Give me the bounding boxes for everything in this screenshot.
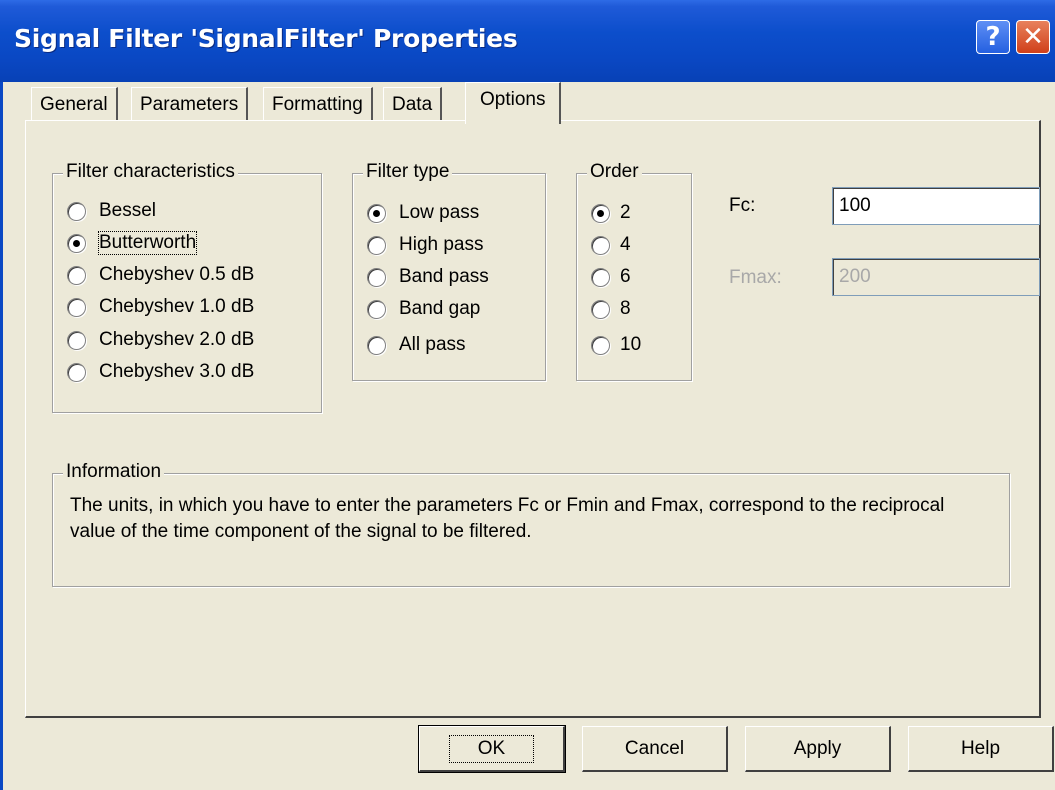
radio-button[interactable] — [367, 335, 386, 355]
radio-label: 8 — [620, 298, 631, 319]
radio-label: 4 — [620, 234, 631, 255]
radio-chebyshev-30[interactable]: Chebyshev 3.0 dB — [67, 361, 254, 383]
tab-data[interactable]: Data — [383, 87, 443, 122]
information-text: The units, in which you have to enter th… — [70, 495, 945, 542]
radio-button[interactable] — [67, 297, 86, 317]
radio-label: All pass — [399, 334, 466, 355]
radio-butterworth[interactable]: Butterworth — [67, 231, 198, 255]
order-group: Order 2 4 6 8 10 — [576, 161, 692, 381]
radio-low-pass[interactable]: Low pass — [367, 202, 479, 224]
radio-button[interactable] — [367, 235, 386, 255]
options-panel: Filter characteristics Bessel Butterwort… — [25, 120, 1041, 718]
radio-chebyshev-10[interactable]: Chebyshev 1.0 dB — [67, 296, 254, 318]
radio-label: High pass — [399, 234, 484, 255]
radio-band-pass[interactable]: Band pass — [367, 266, 489, 288]
radio-button[interactable] — [67, 265, 86, 285]
radio-button[interactable] — [591, 235, 610, 255]
radio-button[interactable] — [591, 203, 610, 223]
radio-label: Band gap — [399, 298, 481, 319]
radio-chebyshev-05[interactable]: Chebyshev 0.5 dB — [67, 264, 254, 286]
radio-label: Butterworth — [97, 231, 198, 255]
tab-formatting[interactable]: Formatting — [263, 87, 373, 122]
radio-button[interactable] — [367, 203, 386, 223]
radio-label: Chebyshev 3.0 dB — [99, 361, 255, 382]
radio-button[interactable] — [67, 201, 86, 221]
radio-label: Chebyshev 0.5 dB — [99, 264, 255, 285]
tab-general[interactable]: General — [31, 87, 118, 122]
dialog-body: General Parameters Formatting Data Optio… — [0, 82, 1055, 790]
radio-label: 10 — [620, 334, 642, 355]
help-button[interactable]: Help — [908, 726, 1054, 772]
radio-button[interactable] — [67, 330, 86, 350]
radio-label: Bessel — [99, 200, 157, 221]
fmax-input[interactable] — [832, 258, 1040, 296]
tab-options[interactable]: Options — [465, 82, 562, 124]
order-legend: Order — [587, 161, 642, 183]
radio-button[interactable] — [591, 299, 610, 319]
radio-button[interactable] — [367, 267, 386, 287]
information-group: Information The units, in which you have… — [52, 461, 1010, 587]
radio-bessel[interactable]: Bessel — [67, 200, 156, 222]
filter-type-group: Filter type Low pass High pass Band pass… — [352, 161, 546, 381]
ok-button-label: OK — [448, 734, 535, 763]
radio-label: Band pass — [399, 266, 489, 287]
tab-parameters[interactable]: Parameters — [131, 87, 249, 122]
radio-band-gap[interactable]: Band gap — [367, 298, 480, 320]
information-legend: Information — [63, 461, 165, 483]
close-icon[interactable]: ✕ — [1016, 20, 1050, 54]
radio-button[interactable] — [591, 267, 610, 287]
radio-order-2[interactable]: 2 — [591, 202, 631, 224]
title-bar[interactable]: Signal Filter 'SignalFilter' Properties … — [0, 0, 1055, 82]
fmax-label: Fmax: — [729, 267, 782, 288]
help-icon[interactable]: ? — [976, 20, 1010, 54]
filter-characteristics-legend: Filter characteristics — [63, 161, 238, 183]
window-title: Signal Filter 'SignalFilter' Properties — [14, 24, 518, 53]
radio-order-4[interactable]: 4 — [591, 234, 631, 256]
fc-label: Fc: — [729, 195, 756, 216]
ok-button[interactable]: OK — [418, 725, 566, 773]
radio-label: Chebyshev 2.0 dB — [99, 329, 255, 350]
filter-characteristics-group: Filter characteristics Bessel Butterwort… — [52, 161, 322, 413]
radio-button[interactable] — [67, 233, 86, 253]
fc-input[interactable] — [832, 187, 1040, 225]
apply-button[interactable]: Apply — [745, 726, 891, 772]
radio-high-pass[interactable]: High pass — [367, 234, 484, 256]
radio-chebyshev-20[interactable]: Chebyshev 2.0 dB — [67, 329, 254, 351]
radio-button[interactable] — [591, 335, 610, 355]
filter-type-legend: Filter type — [363, 161, 453, 183]
radio-order-10[interactable]: 10 — [591, 334, 641, 356]
radio-label: Chebyshev 1.0 dB — [99, 296, 255, 317]
radio-all-pass[interactable]: All pass — [367, 334, 466, 356]
radio-order-8[interactable]: 8 — [591, 298, 631, 320]
radio-button[interactable] — [367, 299, 386, 319]
radio-order-6[interactable]: 6 — [591, 266, 631, 288]
radio-label: 6 — [620, 266, 631, 287]
radio-label: 2 — [620, 202, 631, 223]
cancel-button[interactable]: Cancel — [582, 726, 728, 772]
radio-label: Low pass — [399, 202, 480, 223]
radio-button[interactable] — [67, 362, 86, 382]
